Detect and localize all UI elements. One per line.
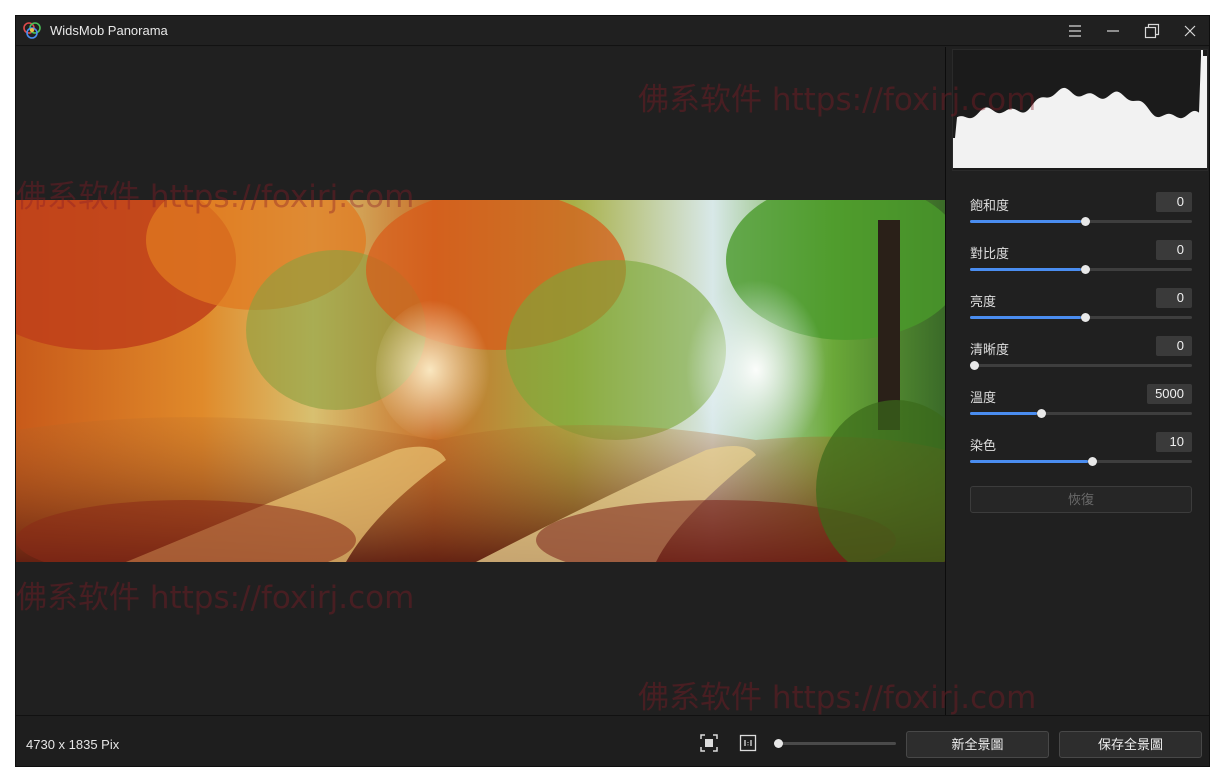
fit-to-screen-button[interactable] bbox=[698, 732, 720, 754]
adjustment-value-field[interactable]: 10 bbox=[1156, 432, 1192, 452]
adjustment-slider[interactable] bbox=[970, 217, 1192, 226]
slider-fill bbox=[970, 220, 1081, 223]
preview-canvas[interactable] bbox=[16, 47, 945, 715]
zoom-slider[interactable] bbox=[774, 739, 896, 748]
adjustment-panel: 飽和度 0 對比度 0 亮度 0 清晰度 0 溫度 5000 染色 10 恢復 bbox=[946, 47, 1209, 715]
adjustment-label: 清晰度 bbox=[970, 342, 1010, 357]
histogram-area bbox=[953, 56, 1207, 168]
slider-thumb[interactable] bbox=[970, 361, 979, 370]
slider-fill bbox=[970, 316, 1081, 319]
histogram-graph bbox=[953, 50, 1207, 168]
slider-thumb[interactable] bbox=[1087, 457, 1097, 466]
zoom-track bbox=[774, 742, 896, 745]
adjustment-label: 染色 bbox=[970, 438, 997, 453]
adjustment-row: 清晰度 0 bbox=[970, 336, 1192, 383]
restore-icon bbox=[1144, 23, 1160, 39]
actual-size-button[interactable] bbox=[737, 732, 759, 754]
menu-button[interactable] bbox=[1056, 16, 1094, 46]
slider-track bbox=[970, 364, 1192, 367]
adjustment-value-field[interactable]: 0 bbox=[1156, 336, 1192, 356]
adjustment-label: 亮度 bbox=[970, 294, 997, 309]
adjustment-slider[interactable] bbox=[970, 265, 1192, 274]
panorama-picture bbox=[16, 200, 945, 562]
histogram bbox=[952, 49, 1208, 171]
reset-button[interactable]: 恢復 bbox=[970, 486, 1192, 513]
zoom-thumb[interactable] bbox=[774, 739, 783, 748]
adjustment-row: 對比度 0 bbox=[970, 240, 1192, 287]
close-icon bbox=[1184, 25, 1196, 37]
window-title: WidsMob Panorama bbox=[50, 23, 168, 38]
panorama-image[interactable] bbox=[16, 200, 945, 562]
app-window: WidsMob Panorama 飽和度 0 對比度 0 亮度 0 清晰度 0 … bbox=[15, 15, 1210, 767]
adjustment-slider[interactable] bbox=[970, 361, 1192, 370]
adjustment-slider[interactable] bbox=[970, 313, 1192, 322]
slider-thumb[interactable] bbox=[1081, 313, 1090, 322]
app-logo-icon bbox=[23, 22, 41, 39]
new-panorama-button[interactable]: 新全景圖 bbox=[906, 731, 1049, 758]
fit-screen-icon bbox=[700, 734, 718, 752]
slider-thumb[interactable] bbox=[1081, 265, 1090, 274]
save-panorama-button[interactable]: 保存全景圖 bbox=[1059, 731, 1202, 758]
menu-icon bbox=[1069, 25, 1081, 37]
adjustment-label: 飽和度 bbox=[970, 198, 1010, 213]
adjustment-label: 溫度 bbox=[970, 390, 997, 405]
close-button[interactable] bbox=[1171, 16, 1209, 46]
adjustment-label: 對比度 bbox=[970, 246, 1010, 261]
minimize-button[interactable] bbox=[1094, 16, 1132, 46]
adjustment-slider[interactable] bbox=[970, 409, 1192, 418]
image-dimensions: 4730 x 1835 Pix bbox=[26, 737, 120, 752]
histogram-peak bbox=[1201, 50, 1203, 168]
adjustment-row: 溫度 5000 bbox=[970, 384, 1192, 431]
adjustment-value-field[interactable]: 0 bbox=[1156, 240, 1192, 260]
minimize-icon bbox=[1107, 30, 1119, 32]
adjustment-slider[interactable] bbox=[970, 457, 1192, 466]
slider-thumb[interactable] bbox=[1036, 409, 1046, 418]
restore-button[interactable] bbox=[1133, 16, 1171, 46]
title-bar[interactable]: WidsMob Panorama bbox=[16, 16, 1209, 46]
slider-fill bbox=[970, 460, 1088, 463]
slider-thumb[interactable] bbox=[1081, 217, 1090, 226]
adjustment-value-field[interactable]: 0 bbox=[1156, 288, 1192, 308]
slider-fill bbox=[970, 412, 1037, 415]
adjustment-value-field[interactable]: 0 bbox=[1156, 192, 1192, 212]
status-bar: 4730 x 1835 Pix 新全景圖 保存全景圖 bbox=[16, 715, 1209, 766]
actual-size-icon bbox=[739, 734, 757, 752]
slider-fill bbox=[970, 268, 1081, 271]
adjustment-row: 飽和度 0 bbox=[970, 192, 1192, 239]
adjustment-row: 亮度 0 bbox=[970, 288, 1192, 335]
adjustment-row: 染色 10 bbox=[970, 432, 1192, 479]
adjustment-value-field[interactable]: 5000 bbox=[1147, 384, 1192, 404]
